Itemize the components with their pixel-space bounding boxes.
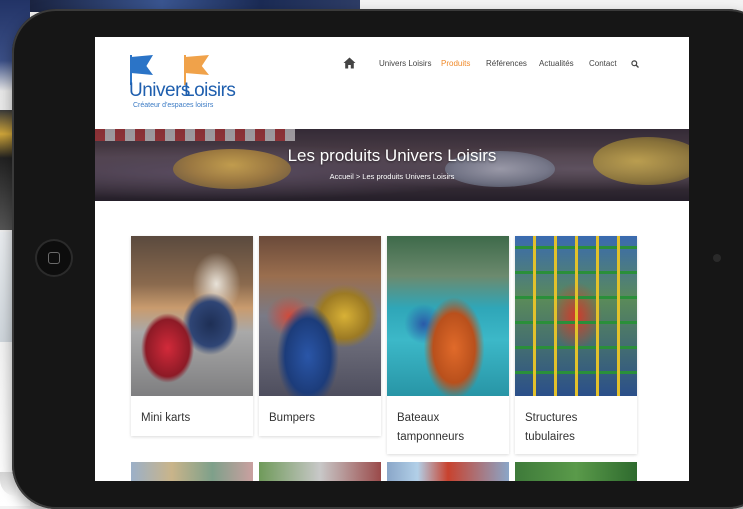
product-label[interactable]: Structures tubulaires xyxy=(525,409,630,447)
tablet-camera xyxy=(713,254,721,262)
tablet-home-button[interactable] xyxy=(37,241,71,275)
product-card-next-row[interactable] xyxy=(259,462,381,481)
univers-loisirs-logo[interactable]: Univers Loisirs Créateur d'espaces loisi… xyxy=(129,53,239,113)
product-image-mini-karts[interactable] xyxy=(131,236,253,396)
product-label[interactable]: Bateaux tamponneurs xyxy=(397,409,502,447)
nav-univers-loisirs[interactable]: Univers Loisirs xyxy=(379,57,431,71)
product-card-next-row[interactable] xyxy=(515,462,637,481)
orange-flag-icon xyxy=(185,55,209,75)
nav-references[interactable]: Références xyxy=(486,57,527,71)
logo-tagline: Créateur d'espaces loisirs xyxy=(133,102,214,109)
home-icon[interactable] xyxy=(343,57,356,69)
product-card-bateaux-tamponneurs[interactable]: Bateaux tamponneurs xyxy=(387,236,509,454)
site-header: Univers Loisirs Créateur d'espaces loisi… xyxy=(95,37,689,129)
product-image-bumpers[interactable] xyxy=(259,236,381,396)
blue-flag-icon xyxy=(131,55,153,75)
product-card-bumpers[interactable]: Bumpers xyxy=(259,236,381,436)
product-card-structures-tubulaires[interactable]: Structures tubulaires xyxy=(515,236,637,454)
logo-word-univers: Univers xyxy=(129,80,190,101)
nav-produits[interactable]: Produits xyxy=(441,57,470,71)
product-card-next-row[interactable] xyxy=(387,462,509,481)
nav-actualites[interactable]: Actualités xyxy=(539,57,574,71)
page-banner: Les produits Univers Loisirs Accueil > L… xyxy=(95,129,689,201)
product-label[interactable]: Bumpers xyxy=(269,409,374,428)
product-image-bateaux-tamponneurs[interactable] xyxy=(387,236,509,396)
search-icon[interactable] xyxy=(631,60,639,68)
nav-contact[interactable]: Contact xyxy=(589,57,617,71)
product-image-structures-tubulaires[interactable] xyxy=(515,236,637,396)
breadcrumb[interactable]: Accueil > Les produits Univers Loisirs xyxy=(95,172,689,181)
product-card-mini-karts[interactable]: Mini karts xyxy=(131,236,253,436)
page-title: Les produits Univers Loisirs xyxy=(287,146,497,165)
tablet-screen: Univers Loisirs Créateur d'espaces loisi… xyxy=(95,37,689,481)
product-label[interactable]: Mini karts xyxy=(141,409,246,428)
product-card-next-row[interactable] xyxy=(131,462,253,481)
logo-word-loisirs: Loisirs xyxy=(184,80,236,101)
